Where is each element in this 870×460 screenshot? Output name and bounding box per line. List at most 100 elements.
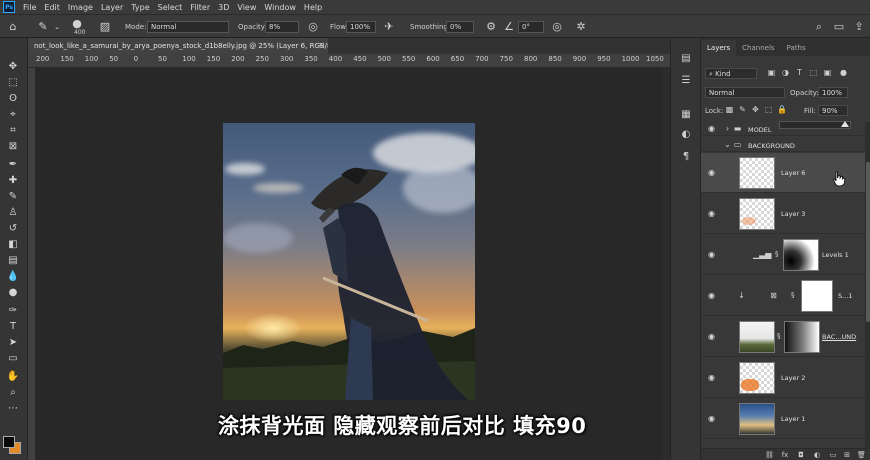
canvas-area[interactable]: 涂抹背光面 隐藏观察前后对比 填充90	[37, 68, 662, 460]
adjustments-panel-icon[interactable]: ◐	[679, 128, 693, 142]
menu-view[interactable]: View	[233, 3, 260, 12]
workspace-icon[interactable]: ▭	[832, 20, 846, 34]
layer-row-layer-2[interactable]: ◉ Layer 2	[701, 358, 865, 398]
tab-paths[interactable]: Paths	[781, 40, 812, 56]
visibility-eye-icon[interactable]: ◉	[708, 415, 718, 423]
opacity-field[interactable]: 8%	[265, 21, 299, 33]
add-style-icon[interactable]: fx	[781, 451, 789, 459]
lock-position-icon[interactable]: ✥	[751, 105, 760, 114]
menu-layer[interactable]: Layer	[97, 3, 127, 12]
hand-tool-icon[interactable]: ✋	[5, 370, 21, 384]
quick-select-tool-icon[interactable]: ⌖	[5, 108, 21, 122]
layer-row-levels-1[interactable]: ◉ ▁▃▅ § Levels 1	[701, 235, 865, 275]
layer-row-model-group[interactable]: ◉ › ▬ MODEL	[701, 122, 865, 136]
filter-toggle-icon[interactable]: ●	[839, 68, 848, 77]
move-tool-icon[interactable]: ✥	[5, 60, 21, 74]
share-icon[interactable]: ⇪	[852, 20, 866, 34]
smoothing-field[interactable]: 0%	[446, 21, 474, 33]
zoom-tool-icon[interactable]: ⌕	[5, 386, 21, 400]
layer-row-background-layer[interactable]: ◉ § BAC...UND	[701, 317, 865, 357]
foreground-color-swatch[interactable]	[3, 436, 15, 448]
tab-channels[interactable]: Channels	[736, 40, 780, 56]
tab-layers[interactable]: Layers	[701, 40, 737, 56]
gradient-tool-icon[interactable]: ▤	[5, 254, 21, 268]
visibility-eye-icon[interactable]: ◉	[708, 333, 718, 341]
menu-3d[interactable]: 3D	[214, 3, 233, 12]
layer-opacity-field[interactable]: 100%	[818, 87, 848, 98]
history-brush-tool-icon[interactable]: ↺	[5, 222, 21, 236]
lock-all-icon[interactable]: 🔒	[777, 105, 787, 114]
eyedropper-tool-icon[interactable]: ✒	[5, 158, 21, 172]
dodge-tool-icon[interactable]: ●	[5, 286, 21, 300]
properties-panel-icon[interactable]: ☰	[679, 74, 693, 88]
blur-tool-icon[interactable]: 💧	[5, 270, 21, 284]
pixel-filter-icon[interactable]: ▣	[767, 68, 776, 77]
visibility-eye-icon[interactable]: ◉	[708, 125, 718, 133]
clone-stamp-tool-icon[interactable]: ♙	[5, 206, 21, 220]
document-tab[interactable]: not_look_like_a_samurai_by_arya_poenya_s…	[28, 38, 328, 54]
crop-tool-icon[interactable]: ⌗	[5, 124, 21, 138]
layer-row-layer-3[interactable]: ◉ Layer 3	[701, 194, 865, 234]
smart-object-filter-icon[interactable]: ▣	[823, 68, 832, 77]
home-icon[interactable]: ⌂	[6, 20, 20, 34]
pressure-opacity-icon[interactable]: ◎	[306, 20, 320, 34]
menu-filter[interactable]: Filter	[186, 3, 214, 12]
pressure-size-icon[interactable]: ◎	[550, 20, 564, 34]
angle-field[interactable]: 0°	[518, 21, 544, 33]
new-group-icon[interactable]: ▭	[829, 451, 837, 459]
layer-name[interactable]: Levels 1	[822, 251, 849, 259]
layer-name[interactable]: BACKGROUND	[748, 142, 795, 150]
layers-scrollbar[interactable]	[865, 122, 870, 448]
document-canvas-image[interactable]	[223, 123, 475, 400]
chevron-right-icon[interactable]: ›	[723, 124, 732, 133]
more-tools-icon[interactable]: ⋯	[5, 402, 21, 416]
layer-name[interactable]: Layer 6	[781, 169, 805, 177]
chevron-down-icon[interactable]: ⌄	[723, 140, 732, 149]
path-select-tool-icon[interactable]: ➤	[5, 336, 21, 350]
layer-name[interactable]: MODEL	[748, 126, 771, 134]
history-panel-icon[interactable]: ▤	[679, 52, 693, 66]
add-mask-icon[interactable]: ◘	[797, 451, 805, 459]
canvas-scrollbar[interactable]	[662, 68, 670, 460]
lock-image-icon[interactable]: ✎	[738, 105, 747, 114]
delete-layer-icon[interactable]: 🗑	[857, 451, 866, 459]
rectangle-tool-icon[interactable]: ▭	[5, 352, 21, 366]
mask-link-icon[interactable]: §	[791, 291, 795, 299]
menu-window[interactable]: Window	[260, 3, 300, 12]
visibility-eye-icon[interactable]: ◉	[708, 210, 718, 218]
brush-tool-icon[interactable]: ✎	[5, 190, 21, 204]
shape-filter-icon[interactable]: ⬚	[809, 68, 818, 77]
marquee-tool-icon[interactable]: ⬚	[5, 76, 21, 90]
lock-transparent-icon[interactable]: ▩	[725, 105, 734, 114]
visibility-eye-icon[interactable]: ◉	[708, 251, 718, 259]
type-filter-icon[interactable]: T	[795, 68, 804, 77]
menu-file[interactable]: File	[19, 3, 40, 12]
search-icon[interactable]: ⌕	[812, 20, 826, 34]
libraries-panel-icon[interactable]: ▦	[679, 108, 693, 122]
menu-edit[interactable]: Edit	[40, 3, 64, 12]
type-tool-icon[interactable]: T	[5, 320, 21, 334]
brush-settings-icon[interactable]: ▨	[98, 20, 112, 34]
mode-select[interactable]: Normal	[147, 21, 229, 33]
layer-filter-kind-select[interactable]: ⌕ Kind	[705, 68, 757, 79]
layer-name[interactable]: Layer 1	[781, 415, 805, 423]
layer-mask-thumbnail[interactable]	[784, 321, 820, 353]
flow-field[interactable]: 100%	[346, 21, 376, 33]
mask-link-icon[interactable]: §	[775, 250, 779, 258]
eraser-tool-icon[interactable]: ◧	[5, 238, 21, 252]
blend-mode-select[interactable]: Normal	[705, 87, 785, 98]
adjustment-filter-icon[interactable]: ◑	[781, 68, 790, 77]
layer-row-background-group[interactable]: ⌄ ▭ BACKGROUND	[701, 138, 865, 152]
menu-help[interactable]: Help	[300, 3, 326, 12]
layer-name[interactable]: Layer 2	[781, 374, 805, 382]
symmetry-butterfly-icon[interactable]: ✲	[574, 20, 588, 34]
layer-name[interactable]: BAC...UND	[822, 333, 856, 341]
menu-image[interactable]: Image	[64, 3, 97, 12]
visibility-eye-icon[interactable]: ◉	[708, 169, 718, 177]
lasso-tool-icon[interactable]: ʘ	[5, 92, 21, 106]
scrollbar-thumb[interactable]	[866, 162, 870, 322]
menu-select[interactable]: Select	[154, 3, 187, 12]
chevron-down-icon[interactable]: ⌄	[50, 20, 64, 34]
visibility-eye-icon[interactable]: ◉	[708, 292, 718, 300]
menu-type[interactable]: Type	[127, 3, 153, 12]
